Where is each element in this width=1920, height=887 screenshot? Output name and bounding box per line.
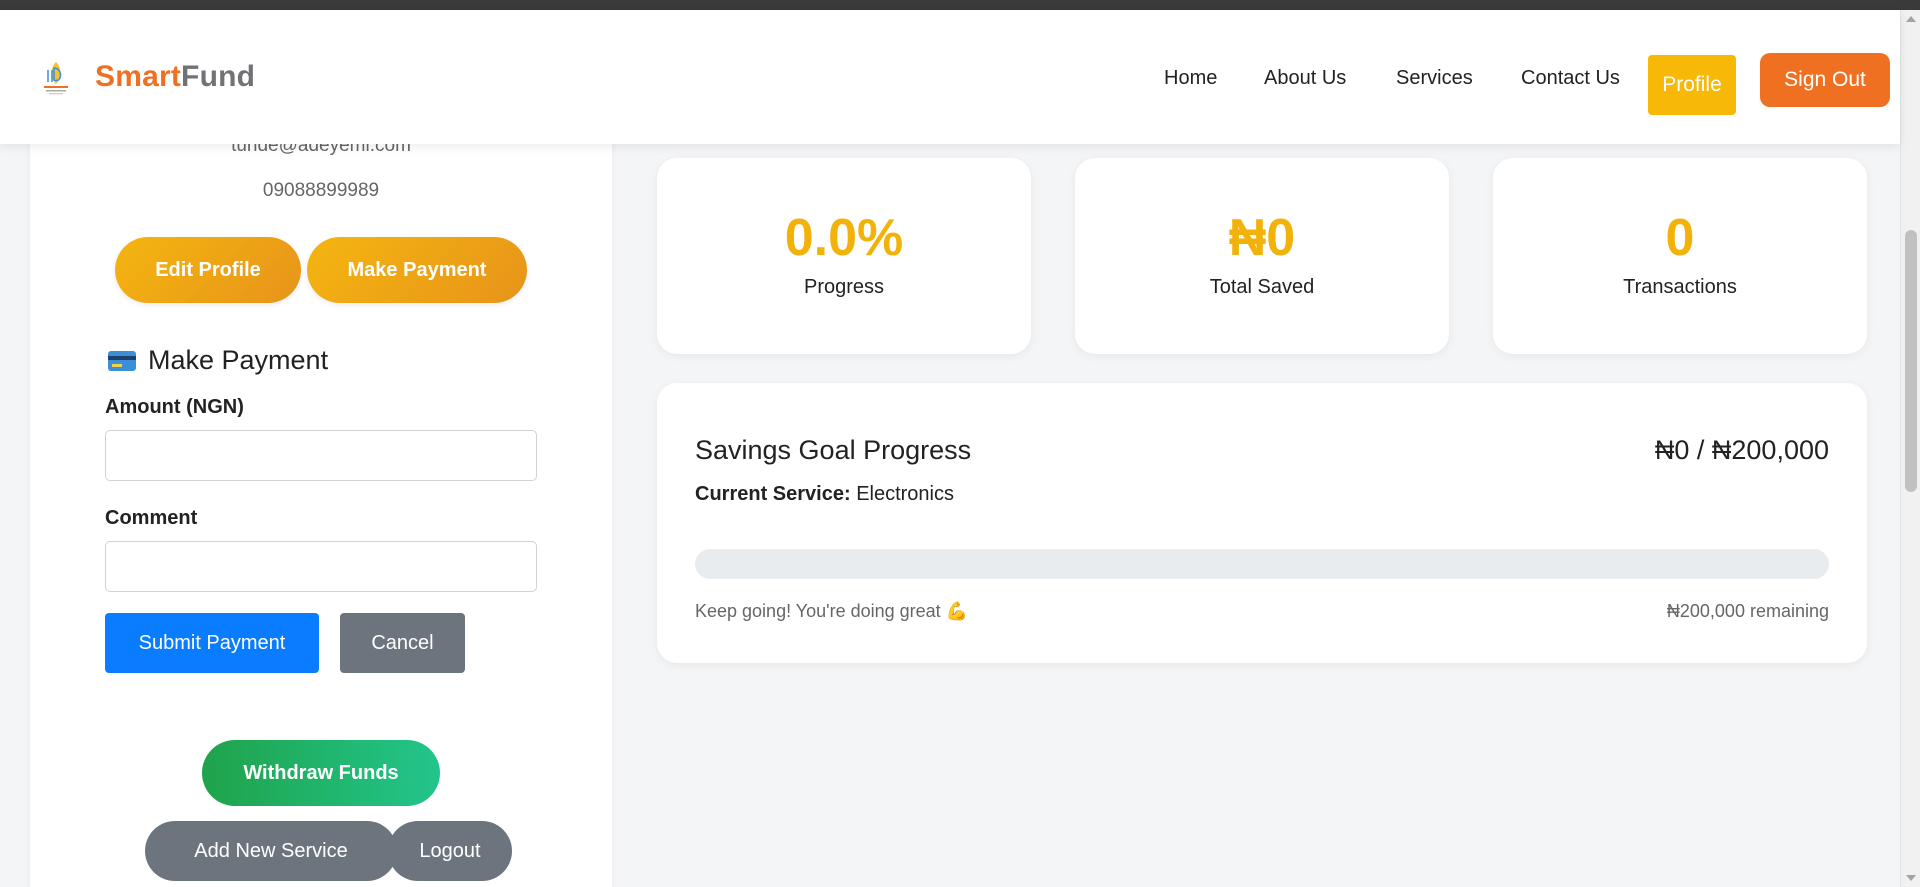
comment-label: Comment — [105, 507, 198, 529]
withdraw-funds-button[interactable]: Withdraw Funds — [202, 740, 440, 806]
nav-link-services[interactable]: Services — [1396, 67, 1473, 90]
stat-value-total-saved: ₦0 — [1228, 209, 1296, 267]
browser-top-strip — [0, 0, 1920, 10]
goal-remaining-amount: ₦200,000 remaining — [1666, 601, 1829, 621]
comment-input[interactable] — [105, 541, 537, 592]
edit-profile-button[interactable]: Edit Profile — [115, 237, 301, 303]
nav-link-contact-us[interactable]: Contact Us — [1521, 67, 1620, 90]
logout-button[interactable]: Logout — [388, 821, 512, 881]
credit-card-icon — [108, 350, 136, 371]
make-payment-button[interactable]: Make Payment — [307, 237, 527, 303]
nav-link-home[interactable]: Home — [1164, 67, 1217, 90]
goal-progress-bar — [695, 549, 1829, 579]
amount-input[interactable] — [105, 430, 537, 481]
stat-card-progress: 0.0% Progress — [657, 158, 1031, 354]
brand-part-smart: Smart — [95, 60, 182, 93]
current-service-value: Electronics — [856, 483, 954, 505]
page-scrollbar[interactable] — [1900, 10, 1920, 887]
scroll-down-arrow-icon[interactable] — [1906, 875, 1916, 881]
scrollbar-thumb[interactable] — [1905, 230, 1917, 492]
sign-out-button[interactable]: Sign Out — [1760, 53, 1890, 107]
payment-form-title: Make Payment — [108, 345, 328, 376]
navbar: SmartFund Home About Us Services Contact… — [0, 10, 1900, 144]
stat-label-transactions: Transactions — [1623, 276, 1737, 298]
goal-encouragement-note: Keep going! You're doing great 💪 — [695, 601, 969, 621]
submit-payment-button[interactable]: Submit Payment — [105, 613, 319, 673]
amount-label: Amount (NGN) — [105, 396, 244, 418]
goal-title: Savings Goal Progress — [695, 435, 972, 465]
logo-icon — [44, 62, 68, 95]
stat-label-total-saved: Total Saved — [1209, 276, 1315, 298]
savings-goal-card: Savings Goal Progress ₦0 / ₦200,000 Curr… — [657, 383, 1867, 663]
brand-name[interactable]: SmartFund — [95, 60, 255, 94]
scroll-up-arrow-icon[interactable] — [1906, 16, 1916, 22]
profile-button[interactable]: Profile — [1648, 55, 1736, 115]
stat-card-transactions: 0 Transactions — [1493, 158, 1867, 354]
goal-amount: ₦0 / ₦200,000 — [1654, 435, 1829, 465]
stat-value-transactions: 0 — [1665, 209, 1695, 267]
nav-link-about-us[interactable]: About Us — [1264, 67, 1346, 90]
current-service: Current Service: Electronics — [695, 483, 954, 506]
stat-label-progress: Progress — [803, 276, 885, 298]
user-phone: 09088899989 — [262, 180, 380, 201]
payment-form-title-text: Make Payment — [148, 345, 329, 375]
stat-value-progress: 0.0% — [784, 209, 904, 267]
stat-card-total-saved: ₦0 Total Saved — [1075, 158, 1449, 354]
cancel-button[interactable]: Cancel — [340, 613, 465, 673]
current-service-label: Current Service: — [695, 483, 851, 505]
brand-part-fund: Fund — [181, 60, 256, 93]
profile-sidebar: tunde@adeyemi.com 09088899989 Edit Profi… — [30, 120, 612, 887]
add-new-service-button[interactable]: Add New Service — [145, 821, 397, 881]
